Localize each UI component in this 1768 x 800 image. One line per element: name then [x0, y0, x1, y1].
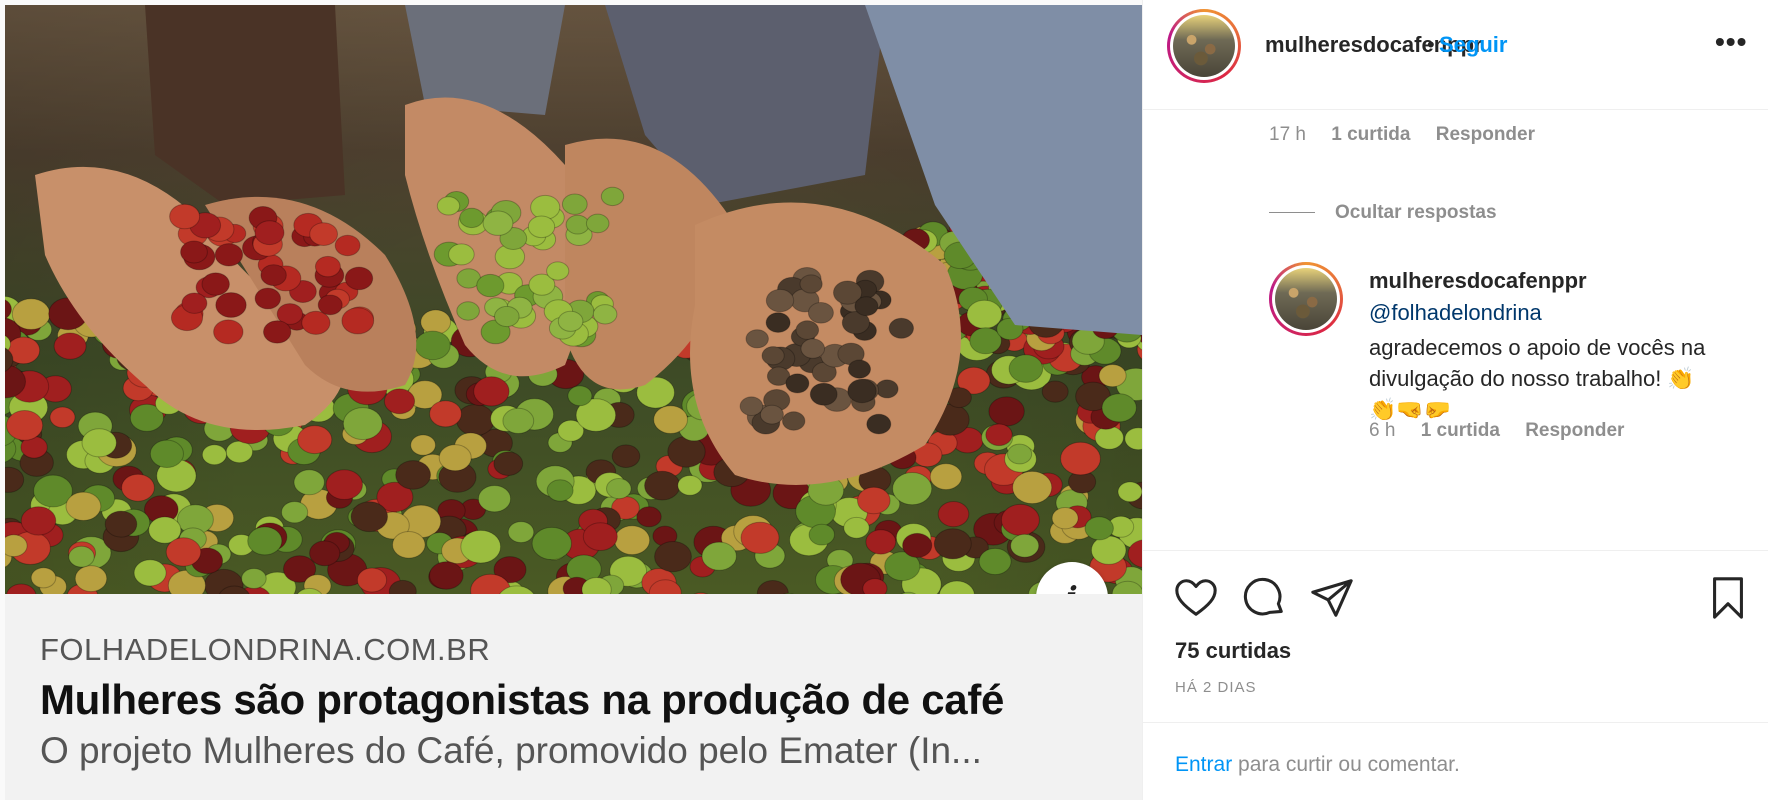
post-header: mulheresdocafenppr • Seguir •••: [1143, 0, 1768, 110]
divider: [1269, 212, 1315, 214]
share-icon[interactable]: [1309, 575, 1355, 621]
more-options-icon[interactable]: •••: [1715, 26, 1747, 58]
reply-button[interactable]: Responder: [1436, 124, 1535, 145]
reply-mention-link[interactable]: @folhadelondrina: [1369, 300, 1542, 326]
comment-likes[interactable]: 1 curtida: [1421, 420, 1500, 441]
photo-illustration: [5, 5, 1142, 594]
reply-text: agradecemos o apoio de vocês na divulgaç…: [1369, 335, 1706, 422]
reply-username[interactable]: mulheresdocafenppr: [1369, 268, 1587, 294]
header-separator: •: [1427, 32, 1435, 57]
link-preview-card[interactable]: FOLHADELONDRINA.COM.BR Mulheres são prot…: [5, 594, 1142, 800]
comment-icon[interactable]: [1241, 575, 1287, 621]
action-bar: 75 curtidas HÁ 2 DIAS: [1143, 550, 1768, 720]
post-sidebar: mulheresdocafenppr • Seguir ••• 17 h 1 c…: [1142, 0, 1768, 800]
login-prompt-bar: Entrar para curtir ou comentar.: [1143, 722, 1768, 800]
parent-comment-meta: 17 h 1 curtida Responder: [1269, 124, 1555, 146]
avatar[interactable]: [1167, 9, 1241, 83]
comment-time: 6 h: [1369, 420, 1396, 441]
follow-button[interactable]: Seguir: [1439, 32, 1507, 58]
link-title[interactable]: Mulheres são protagonistas na produção d…: [40, 676, 1142, 724]
login-prompt: Entrar para curtir ou comentar.: [1175, 753, 1460, 777]
comment-time: 17 h: [1269, 124, 1306, 145]
avatar-image: [1173, 15, 1235, 77]
comments-section: 17 h 1 curtida Responder Ocultar respost…: [1143, 110, 1768, 550]
post-date: HÁ 2 DIAS: [1175, 679, 1257, 696]
heart-icon[interactable]: [1173, 575, 1219, 621]
reply-comment-meta: 6 h 1 curtida Responder: [1369, 420, 1644, 442]
bookmark-icon[interactable]: [1705, 575, 1751, 621]
hide-replies-toggle[interactable]: Ocultar respostas: [1269, 202, 1497, 224]
post-media[interactable]: i FOLHADELONDRINA.COM.BR Mulheres são pr…: [0, 0, 1142, 800]
link-domain: FOLHADELONDRINA.COM.BR: [40, 632, 491, 667]
reply-button[interactable]: Responder: [1525, 420, 1624, 441]
comment-likes[interactable]: 1 curtida: [1331, 124, 1410, 145]
link-description: O projeto Mulheres do Café, promovido pe…: [40, 730, 982, 771]
reply-avatar[interactable]: [1269, 262, 1343, 336]
likes-count[interactable]: 75 curtidas: [1175, 638, 1291, 664]
login-link[interactable]: Entrar: [1175, 753, 1232, 776]
avatar-image: [1275, 268, 1337, 330]
login-prompt-text: para curtir ou comentar.: [1232, 753, 1460, 776]
coffee-hands-photo[interactable]: [5, 5, 1142, 594]
hide-replies-label: Ocultar respostas: [1335, 202, 1497, 223]
